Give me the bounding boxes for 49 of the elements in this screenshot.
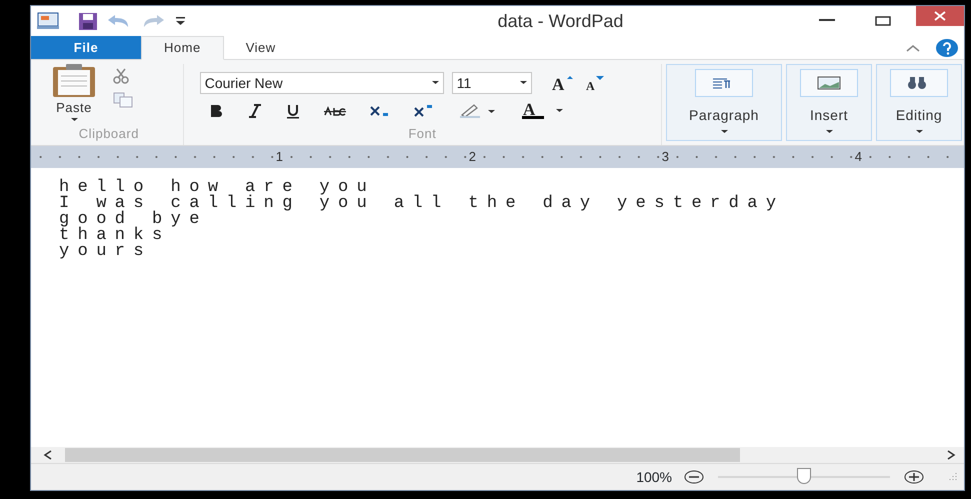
ribbon-tab[interactable]: Home — [141, 36, 224, 60]
help-icon[interactable] — [936, 38, 958, 56]
caret-icon — [70, 118, 78, 122]
ruler-number: 4 — [854, 149, 863, 164]
underline-icon[interactable] — [286, 104, 300, 118]
zoom-out-icon[interactable] — [684, 470, 704, 484]
paragraph-group-button[interactable]: Paragraph — [666, 64, 782, 141]
caret-icon — [720, 130, 728, 134]
document-line: good bye — [59, 212, 208, 228]
scrollbar-thumb[interactable] — [65, 448, 740, 462]
save-icon[interactable] — [79, 12, 97, 30]
dropdown-icon[interactable] — [175, 16, 187, 26]
app-icon[interactable] — [37, 12, 59, 30]
zoom-in-icon[interactable] — [904, 470, 924, 484]
ruler-number: 1 — [274, 149, 284, 164]
group-label: Font — [407, 124, 438, 142]
font-family-dropdown[interactable]: Courier New — [200, 72, 444, 94]
paste-button[interactable]: Paste — [51, 64, 97, 122]
document-line: I was calling you all the day yesterday — [59, 196, 786, 212]
maximize-icon — [875, 16, 891, 26]
document-line: thanks — [59, 228, 171, 244]
file-menu-tab[interactable]: File — [31, 36, 141, 59]
caret-icon — [432, 81, 439, 85]
italic-icon[interactable] — [248, 104, 262, 118]
document-line: hello how are you — [59, 180, 376, 196]
ruler-number: 3 — [660, 149, 670, 164]
caret-icon — [520, 81, 527, 85]
editing-group-button[interactable]: Editing — [876, 64, 962, 141]
window-title: data - WordPad — [496, 10, 624, 32]
close-button[interactable] — [916, 6, 964, 26]
document-area[interactable]: hello how are you I was calling you all the day yesterday good bye thanks yours — [31, 168, 964, 447]
scissors-icon[interactable] — [113, 68, 129, 84]
subscript-icon[interactable] — [370, 105, 390, 117]
zoom-slider-thumb[interactable] — [797, 468, 811, 484]
bold-icon[interactable] — [210, 104, 224, 118]
group-label: Clipboard — [78, 124, 140, 143]
minimize-icon — [819, 19, 835, 23]
caret-icon — [826, 130, 832, 134]
superscript-icon[interactable] — [414, 105, 434, 117]
insert-group-button[interactable]: Insert — [786, 64, 872, 141]
ruler-number: 2 — [468, 149, 477, 164]
font-size-dropdown[interactable]: 11 — [452, 72, 532, 94]
zoom-level: 100% — [636, 468, 672, 486]
picture-icon — [817, 76, 841, 90]
collapse-ribbon-icon[interactable] — [906, 44, 920, 52]
close-icon — [934, 11, 946, 21]
strikethrough-icon[interactable] — [324, 105, 346, 117]
document-line: yours — [59, 244, 154, 260]
caret-icon — [916, 130, 922, 134]
